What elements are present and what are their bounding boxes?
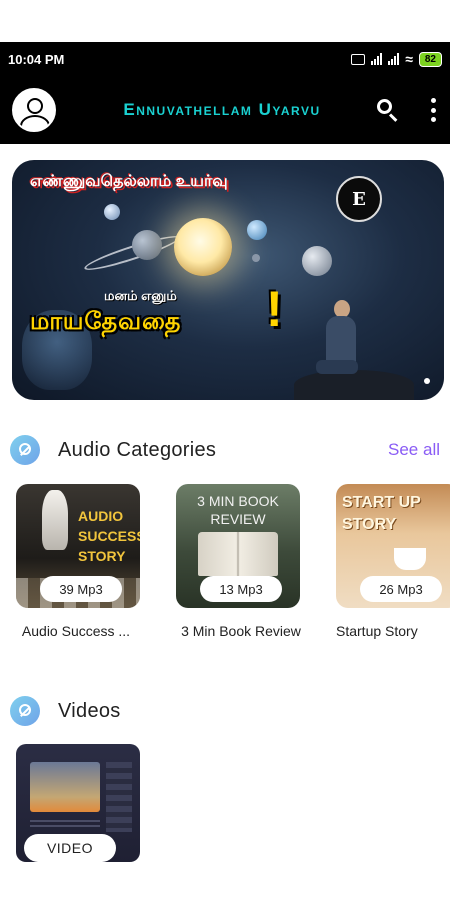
avatar-body-icon	[20, 115, 50, 130]
app-bar: Ennuvathellam Uyarvu	[0, 76, 450, 144]
banner-top-text: எண்ணுவதெல்லாம் உயர்வு	[30, 173, 228, 190]
compass-icon	[10, 435, 40, 465]
planet-graphic	[302, 246, 332, 276]
more-dot	[430, 98, 436, 103]
audio-category-list: AUDIO SUCCESS STORY 39 Mp3 Audio Success…	[0, 484, 450, 654]
notification-icon	[351, 53, 366, 65]
man-legs	[316, 360, 358, 374]
top-blank-area	[0, 0, 450, 42]
planet-graphic	[252, 254, 260, 262]
planet-graphic	[247, 220, 267, 240]
section-title: Audio Categories	[58, 438, 217, 461]
card-art-text: AUDIO SUCCESS STORY	[78, 508, 140, 564]
video-thumbnail-screen	[30, 762, 100, 812]
banner-exclamation: !	[266, 281, 283, 337]
more-dot	[430, 107, 436, 113]
coffee-cup-graphic	[394, 548, 426, 570]
video-badge: VIDEO	[24, 834, 116, 862]
search-handle	[388, 113, 398, 122]
category-label[interactable]: Audio Success ...	[0, 623, 156, 639]
banner-subtitle: மனம் எனும்	[104, 288, 177, 303]
wifi-icon: ≈	[405, 51, 413, 67]
planet-graphic	[132, 230, 162, 260]
status-bar: 10:04 PM ≈ 82	[0, 42, 450, 76]
more-dot	[430, 117, 436, 122]
compass-icon	[10, 696, 40, 726]
planet-ring-graphic	[82, 230, 182, 276]
videos-header: Videos	[10, 694, 440, 728]
category-label[interactable]: Startup Story	[320, 623, 450, 639]
battery-icon: 82	[418, 51, 442, 67]
category-card-book-review[interactable]: 3 MIN BOOK REVIEW 13 Mp3	[176, 484, 300, 608]
category-card-audio-success[interactable]: AUDIO SUCCESS STORY 39 Mp3	[16, 484, 140, 608]
section-title: Videos	[58, 699, 121, 722]
more-vert-icon[interactable]	[428, 98, 438, 122]
featured-banner[interactable]: எண்ணுவதெல்லாம் உயர்வு E மனம் எனும் மாயதே…	[12, 160, 444, 400]
carousel-indicator	[424, 378, 430, 384]
planet-graphic	[104, 204, 120, 220]
man-body	[326, 316, 356, 366]
card-art-text: 3 MIN BOOK REVIEW	[197, 493, 279, 527]
category-label[interactable]: 3 Min Book Review	[161, 623, 321, 639]
status-time: 10:04 PM	[8, 51, 65, 67]
signal-2-icon	[388, 53, 400, 65]
audio-categories-header: Audio Categories See all	[10, 433, 440, 467]
see-all-link[interactable]: See all	[388, 440, 440, 460]
avatar-head-icon	[27, 98, 43, 114]
video-thumbnail-sidebar	[106, 762, 132, 832]
status-icons: ≈ 82	[351, 51, 442, 67]
search-icon[interactable]	[374, 96, 402, 124]
sun-graphic	[174, 218, 232, 276]
chess-piece-graphic	[42, 490, 68, 550]
video-thumbnail-lines	[30, 820, 100, 830]
category-card-startup-story[interactable]: START UP STORY 26 Mp3	[336, 484, 450, 608]
mp3-count-badge: 26 Mp3	[360, 576, 442, 602]
signal-icon	[371, 53, 383, 65]
mp3-count-badge: 13 Mp3	[200, 576, 282, 602]
mp3-count-badge: 39 Mp3	[40, 576, 122, 602]
avatar[interactable]	[12, 88, 56, 132]
book-graphic	[198, 532, 278, 576]
reading-man-graphic	[312, 300, 372, 396]
app-title: Ennuvathellam Uyarvu	[123, 100, 321, 119]
banner-logo: E	[336, 176, 382, 222]
search-lens	[377, 99, 392, 114]
card-art-text: START UP STORY	[342, 494, 421, 533]
banner-title: மாயதேவதை	[30, 308, 182, 335]
